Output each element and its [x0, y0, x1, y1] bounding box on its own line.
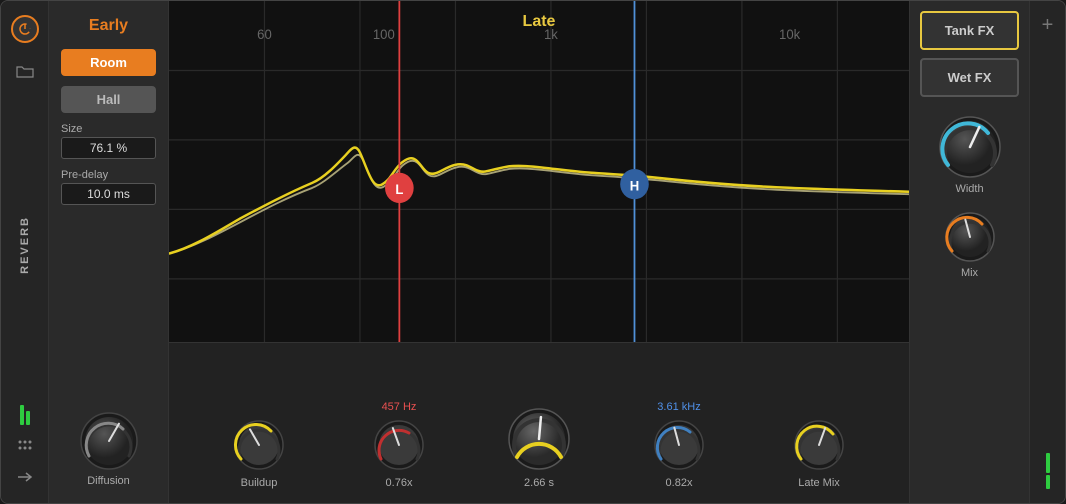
size-value[interactable]: 76.1 %	[61, 137, 156, 159]
tank-fx-button[interactable]: Tank FX	[920, 11, 1019, 50]
svg-text:100: 100	[373, 27, 395, 42]
main-area: Late 60 100 1k	[169, 1, 909, 503]
hall-button[interactable]: Hall	[61, 86, 156, 113]
buildup-knob[interactable]	[233, 419, 285, 471]
early-title: Early	[61, 17, 156, 35]
dots-button[interactable]	[13, 433, 37, 457]
power-button[interactable]	[11, 15, 39, 43]
sidebar-bottom	[13, 405, 37, 489]
high-eq-group: 3.61 kHz 0.82x	[609, 401, 749, 489]
predelay-label: Pre-delay	[61, 169, 156, 181]
plugin-title: REVERB	[19, 216, 31, 274]
wet-fx-button[interactable]: Wet FX	[920, 58, 1019, 97]
size-label: Size	[61, 123, 156, 135]
decay-label: 2.66 s	[524, 477, 554, 489]
svg-text:10k: 10k	[779, 27, 800, 42]
sidebar-right: +	[1029, 1, 1065, 503]
high-eq-label: 0.82x	[666, 477, 693, 489]
high-freq-display: 3.61 kHz	[657, 401, 700, 413]
arrow-button[interactable]	[13, 465, 37, 489]
low-eq-knob[interactable]	[373, 419, 425, 471]
buildup-label: Buildup	[241, 477, 278, 489]
late-mix-group: Late Mix	[749, 419, 889, 489]
decay-group: 2.66 s	[469, 407, 609, 489]
buildup-group: Buildup	[189, 419, 329, 489]
late-mix-knob[interactable]	[793, 419, 845, 471]
svg-text:H: H	[630, 178, 639, 193]
right-plus-button[interactable]: +	[1042, 15, 1054, 35]
low-freq-display: 457 Hz	[382, 401, 417, 413]
display-area: Late 60 100 1k	[169, 1, 909, 343]
high-eq-knob[interactable]	[653, 419, 705, 471]
low-eq-label: 0.76x	[386, 477, 413, 489]
predelay-section: Pre-delay 10.0 ms	[61, 169, 156, 205]
mix-section: Mix	[920, 211, 1019, 279]
diffusion-section: Diffusion	[61, 411, 156, 487]
predelay-value[interactable]: 10.0 ms	[61, 183, 156, 205]
low-eq-group: 457 Hz 0.76x	[329, 401, 469, 489]
vu-meter-left	[20, 405, 30, 425]
bottom-controls: Buildup 457 Hz 0.76x	[169, 343, 909, 503]
diffusion-label: Diffusion	[87, 475, 130, 487]
folder-button[interactable]	[11, 57, 39, 85]
right-panel: Tank FX Wet FX	[909, 1, 1029, 503]
mix-label: Mix	[961, 267, 978, 279]
svg-text:L: L	[395, 182, 403, 197]
size-section: Size 76.1 %	[61, 123, 156, 159]
eq-display: 60 100 1k 10k L	[169, 1, 909, 342]
early-panel: Early Room Hall Size 76.1 % Pre-delay 10…	[49, 1, 169, 503]
vu-meter-right	[1046, 453, 1050, 489]
mix-knob[interactable]	[944, 211, 996, 263]
svg-text:60: 60	[257, 27, 272, 42]
decay-knob[interactable]	[507, 407, 571, 471]
plugin-container: REVERB	[0, 0, 1066, 504]
width-section: Width	[920, 115, 1019, 195]
width-label: Width	[955, 183, 983, 195]
sidebar-left: REVERB	[1, 1, 49, 503]
width-knob[interactable]	[938, 115, 1002, 179]
late-mix-label: Late Mix	[798, 477, 840, 489]
diffusion-knob[interactable]	[79, 411, 139, 471]
late-label: Late	[523, 13, 556, 31]
room-button[interactable]: Room	[61, 49, 156, 76]
